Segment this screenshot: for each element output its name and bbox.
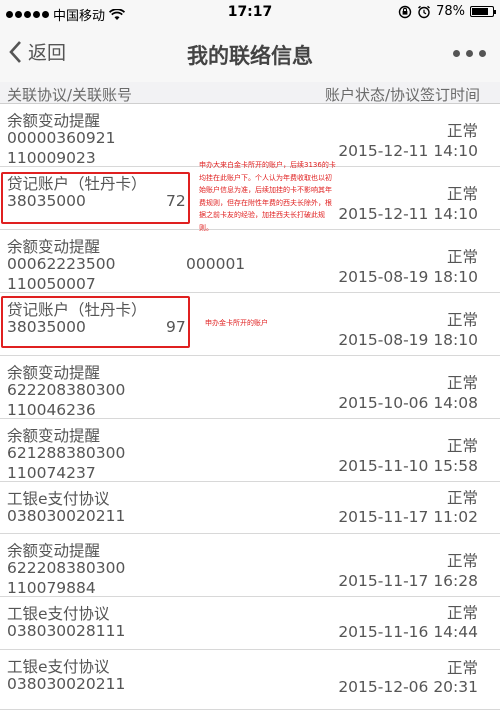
highlight-box bbox=[1, 296, 190, 348]
item-status: 正常 bbox=[446, 311, 478, 329]
item-status: 正常 bbox=[446, 659, 478, 677]
column-header-left: 关联协议/关联账号 bbox=[7, 86, 133, 104]
annotation-note: 申办金卡所开的账户 bbox=[205, 319, 268, 327]
item-time: 2015-12-11 14:10 bbox=[338, 205, 478, 223]
status-bar: 中国移动 17:17 78% bbox=[0, 0, 500, 26]
list-item[interactable]: 余额变动提醒 622208380300 110079884 正常 2015-11… bbox=[0, 534, 500, 597]
list-item[interactable]: 工银e支付协议 038030020211 正常 2015-12-06 20:31 bbox=[0, 650, 500, 710]
more-icon[interactable] bbox=[453, 50, 486, 57]
item-status: 正常 bbox=[446, 489, 478, 507]
item-name: 工银e支付协议 bbox=[7, 605, 110, 623]
item-status: 正常 bbox=[446, 604, 478, 622]
item-name: 余额变动提醒 bbox=[7, 427, 101, 445]
item-time: 2015-08-19 18:10 bbox=[338, 268, 478, 286]
column-header-right: 账户状态/协议签订时间 bbox=[324, 86, 480, 104]
item-name: 工银e支付协议 bbox=[7, 658, 110, 676]
item-account: 038030020211 bbox=[7, 507, 126, 525]
item-account: 00062223500 bbox=[7, 255, 116, 273]
annotation-note: 申办大来白金卡所开的账户，后续3136的卡 均挂在此账户下。个人认为年费收取也以… bbox=[199, 161, 336, 232]
item-subaccount: 110046236 bbox=[7, 401, 96, 419]
item-time: 2015-11-17 16:28 bbox=[338, 572, 478, 590]
item-name: 余额变动提醒 bbox=[7, 364, 101, 382]
item-subaccount: 110050007 bbox=[7, 275, 96, 293]
item-account: 00000360921 bbox=[7, 129, 116, 147]
item-account: 038030028111 bbox=[7, 622, 126, 640]
battery-percent: 78% bbox=[436, 4, 465, 19]
item-account: 621288380300 bbox=[7, 444, 126, 462]
status-right: 78% bbox=[398, 4, 496, 19]
item-name: 余额变动提醒 bbox=[7, 112, 101, 130]
alarm-icon bbox=[418, 5, 431, 18]
item-name: 余额变动提醒 bbox=[7, 238, 101, 256]
item-subaccount: 110079884 bbox=[7, 579, 96, 597]
item-time: 2015-11-10 15:58 bbox=[338, 457, 478, 475]
list-item[interactable]: 余额变动提醒 622208380300 110046236 正常 2015-10… bbox=[0, 356, 500, 419]
rotation-lock-icon bbox=[398, 5, 412, 18]
list-item[interactable]: 工银e支付协议 038030028111 正常 2015-11-16 14:44 bbox=[0, 597, 500, 650]
battery-icon bbox=[470, 6, 496, 17]
item-time: 2015-08-19 18:10 bbox=[338, 331, 478, 349]
item-name: 工银e支付协议 bbox=[7, 490, 110, 508]
item-status: 正常 bbox=[446, 437, 478, 455]
item-account-mid: 000001 bbox=[186, 255, 246, 273]
item-account: 622208380300 bbox=[7, 559, 126, 577]
item-status: 正常 bbox=[446, 122, 478, 140]
list-item[interactable]: 工银e支付协议 038030020211 正常 2015-11-17 11:02 bbox=[0, 482, 500, 534]
item-name: 余额变动提醒 bbox=[7, 542, 101, 560]
item-time: 2015-11-17 11:02 bbox=[338, 508, 478, 526]
list-item[interactable]: 余额变动提醒 621288380300 110074237 正常 2015-11… bbox=[0, 419, 500, 482]
item-subaccount: 110074237 bbox=[7, 464, 96, 482]
item-status: 正常 bbox=[446, 185, 478, 203]
navigation-bar: 返回 我的联络信息 bbox=[0, 26, 500, 82]
highlight-box bbox=[1, 172, 190, 224]
item-status: 正常 bbox=[446, 552, 478, 570]
item-status: 正常 bbox=[446, 248, 478, 266]
page-title: 我的联络信息 bbox=[187, 44, 313, 68]
item-account: 038030020211 bbox=[7, 675, 126, 693]
item-subaccount: 110009023 bbox=[7, 149, 96, 167]
item-account: 622208380300 bbox=[7, 381, 126, 399]
list-item[interactable]: 余额变动提醒 00000360921 110009023 正常 2015-12-… bbox=[0, 104, 500, 167]
item-time: 2015-11-16 14:44 bbox=[338, 623, 478, 641]
item-time: 2015-10-06 14:08 bbox=[338, 394, 478, 412]
item-time: 2015-12-11 14:10 bbox=[338, 142, 478, 160]
list-item[interactable]: 余额变动提醒 00062223500 000001 110050007 正常 2… bbox=[0, 230, 500, 293]
column-header: 关联协议/关联账号 账户状态/协议签订时间 bbox=[0, 82, 500, 104]
item-time: 2015-12-06 20:31 bbox=[338, 678, 478, 696]
item-status: 正常 bbox=[446, 374, 478, 392]
